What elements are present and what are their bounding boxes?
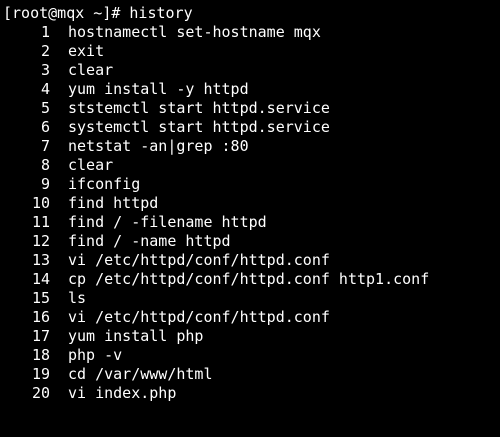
history-number: 13 bbox=[31, 251, 50, 269]
history-command: netstat -an|grep :80 bbox=[68, 137, 249, 155]
history-number: 10 bbox=[31, 194, 50, 212]
history-number: 3 bbox=[40, 61, 50, 79]
history-command: vi /etc/httpd/conf/httpd.conf bbox=[68, 251, 330, 269]
history-number: 6 bbox=[40, 118, 50, 136]
history-row: 14 cp /etc/httpd/conf/httpd.conf http1.co… bbox=[0, 270, 429, 289]
typed-command: history bbox=[129, 4, 193, 22]
history-number: 17 bbox=[31, 327, 50, 345]
history-row: 4 yum install -y httpd bbox=[0, 80, 249, 99]
history-row: 1 hostnamectl set-hostname mqx bbox=[0, 23, 321, 42]
history-row: 20 vi index.php bbox=[0, 384, 176, 403]
history-command: clear bbox=[68, 61, 114, 79]
history-number: 18 bbox=[31, 346, 50, 364]
history-row: 5 ststemctl start httpd.service bbox=[0, 99, 330, 118]
history-number: 20 bbox=[31, 384, 50, 402]
history-number: 11 bbox=[31, 213, 50, 231]
history-number: 7 bbox=[40, 137, 50, 155]
history-command: find / -filename httpd bbox=[68, 213, 267, 231]
history-command: ls bbox=[68, 289, 87, 307]
history-command: hostnamectl set-hostname mqx bbox=[68, 23, 321, 41]
history-row: 15 ls bbox=[0, 289, 86, 308]
history-row: 7 netstat -an|grep :80 bbox=[0, 137, 249, 156]
history-row: 13 vi /etc/httpd/conf/httpd.conf bbox=[0, 251, 330, 270]
terminal-window[interactable]: [root@mqx ~]# history 1 hostnamectl set-ho… bbox=[0, 0, 500, 406]
history-number: 2 bbox=[40, 42, 50, 60]
history-command: cd /var/www/html bbox=[68, 365, 213, 383]
history-row: 19 cd /var/www/html bbox=[0, 365, 213, 384]
history-row: 3 clear bbox=[0, 61, 113, 80]
history-row: 16 vi /etc/httpd/conf/httpd.conf bbox=[0, 308, 330, 327]
history-command: clear bbox=[68, 156, 114, 174]
history-command: systemctl start httpd.service bbox=[68, 118, 330, 136]
history-command: find / -name httpd bbox=[68, 232, 231, 250]
history-number: 5 bbox=[40, 99, 50, 117]
shell-prompt: [root@mqx ~]# bbox=[3, 4, 121, 22]
history-number: 15 bbox=[31, 289, 50, 307]
history-command: php -v bbox=[68, 346, 123, 364]
history-command: yum install php bbox=[68, 327, 204, 345]
history-command: exit bbox=[68, 42, 105, 60]
history-command: vi /etc/httpd/conf/httpd.conf bbox=[68, 308, 330, 326]
history-row: 8 clear bbox=[0, 156, 113, 175]
history-row: 10 find httpd bbox=[0, 194, 158, 213]
history-number: 19 bbox=[31, 365, 50, 383]
history-command: ststemctl start httpd.service bbox=[68, 99, 330, 117]
history-number: 12 bbox=[31, 232, 50, 250]
history-row: 9 ifconfig bbox=[0, 175, 140, 194]
history-number: 4 bbox=[40, 80, 50, 98]
history-number: 14 bbox=[31, 270, 50, 288]
history-row: 11 find / -filename httpd bbox=[0, 213, 267, 232]
history-number: 1 bbox=[40, 23, 50, 41]
history-row: 2 exit bbox=[0, 42, 104, 61]
history-command: vi index.php bbox=[68, 384, 177, 402]
history-number: 9 bbox=[40, 175, 50, 193]
history-command: find httpd bbox=[68, 194, 159, 212]
prompt-line: [root@mqx ~]# history bbox=[3, 4, 193, 23]
history-command: ifconfig bbox=[68, 175, 141, 193]
history-row: 6 systemctl start httpd.service bbox=[0, 118, 330, 137]
history-command: yum install -y httpd bbox=[68, 80, 249, 98]
history-row: 17 yum install php bbox=[0, 327, 204, 346]
history-row: 12 find / -name httpd bbox=[0, 232, 231, 251]
history-number: 16 bbox=[31, 308, 50, 326]
history-command: cp /etc/httpd/conf/httpd.conf http1.conf bbox=[68, 270, 430, 288]
history-row: 18 php -v bbox=[0, 346, 122, 365]
history-number: 8 bbox=[40, 156, 50, 174]
